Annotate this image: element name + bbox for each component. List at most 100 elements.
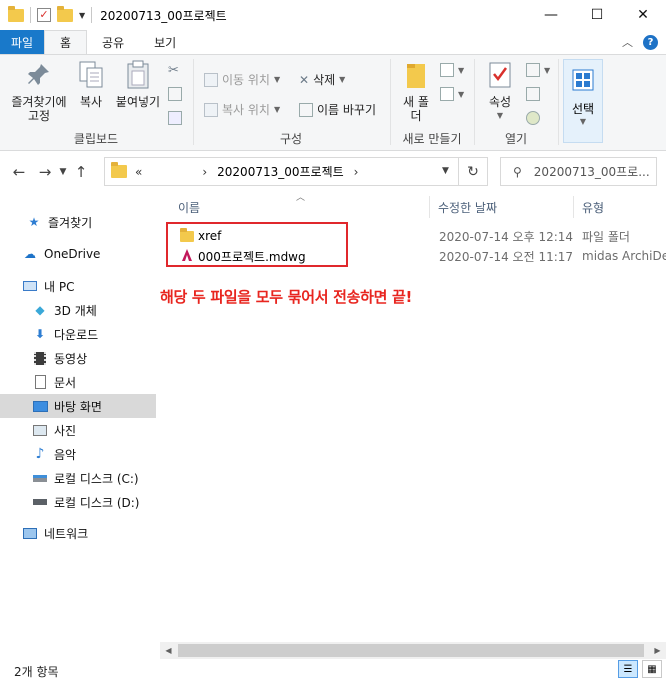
recent-locations-dropdown-icon[interactable]: ▼	[56, 167, 70, 177]
view-toggle: ☰ ▦	[618, 660, 662, 678]
copy-to-button[interactable]: 복사 위치 ▼	[204, 101, 280, 118]
up-arrow-icon[interactable]: ↑	[70, 163, 92, 181]
address-separator[interactable]: ›	[202, 165, 207, 179]
column-header-modified[interactable]: 수정한 날짜	[438, 196, 497, 218]
address-bar[interactable]: « › 20200713_00프로젝트 › ▼ ↻	[104, 157, 488, 186]
back-arrow-icon[interactable]: ←	[8, 163, 30, 181]
nav-item-videos[interactable]: 동영상	[0, 346, 156, 370]
tab-home[interactable]: 홈	[44, 30, 88, 54]
group-divider	[558, 59, 559, 145]
address-separator[interactable]: ›	[354, 165, 359, 179]
pin-label: 즐겨찾기에 고정	[11, 95, 67, 123]
nav-item-3d-objects[interactable]: ◆ 3D 개체	[0, 298, 156, 322]
paste-button[interactable]: 붙여넣기	[112, 59, 164, 109]
new-item-button[interactable]: ▼	[440, 63, 464, 77]
nav-item-desktop[interactable]: 바탕 화면	[0, 394, 156, 418]
close-button[interactable]: ✕	[620, 0, 666, 30]
address-dropdown-icon[interactable]: ▼	[433, 158, 459, 185]
copy-path-button[interactable]	[168, 87, 182, 101]
easy-access-button[interactable]: ▼	[440, 87, 464, 101]
nav-item-music[interactable]: ♪ 음악	[0, 442, 156, 466]
tab-file[interactable]: 파일	[0, 30, 44, 54]
properties-label: 속성	[488, 95, 512, 109]
music-icon: ♪	[35, 446, 45, 462]
nav-item-this-pc[interactable]: 내 PC	[0, 274, 156, 298]
help-icon[interactable]: ?	[643, 34, 658, 50]
nav-item-label: 즐겨찾기	[48, 215, 93, 230]
delete-button[interactable]: ✕ 삭제 ▼	[299, 71, 345, 88]
delete-x-icon: ✕	[299, 72, 310, 87]
tab-view[interactable]: 보기	[139, 30, 191, 54]
large-icons-view-icon[interactable]: ▦	[642, 660, 662, 678]
cut-button[interactable]: ✂	[168, 63, 182, 78]
organize-group-label: 구성	[279, 132, 303, 146]
nav-item-label: 로컬 디스크 (D:)	[54, 495, 140, 510]
nav-item-quick-access[interactable]: ★ 즐겨찾기	[0, 210, 156, 234]
nav-item-downloads[interactable]: ⬇ 다운로드	[0, 322, 156, 346]
tab-share[interactable]: 공유	[87, 30, 139, 54]
easy-access-dropdown-icon: ▼	[458, 89, 465, 99]
pin-icon	[23, 59, 55, 91]
edit-button[interactable]	[526, 87, 540, 101]
network-icon	[22, 525, 38, 541]
nav-item-drive-c[interactable]: 로컬 디스크 (C:)	[0, 466, 156, 490]
maximize-button[interactable]: ☐	[574, 0, 620, 30]
search-input[interactable]: ⚲ 20200713_00프로...	[500, 157, 657, 186]
move-to-button[interactable]: 이동 위치 ▼	[204, 71, 280, 88]
document-icon	[32, 374, 48, 390]
nav-item-onedrive[interactable]: ☁ OneDrive	[0, 242, 156, 266]
scroll-left-icon[interactable]: ◀	[160, 642, 177, 659]
nav-item-drive-d[interactable]: 로컬 디스크 (D:)	[0, 490, 156, 514]
pin-to-quick-access-button[interactable]: 즐겨찾기에 고정	[4, 59, 74, 123]
star-icon: ★	[28, 215, 40, 229]
properties-check-icon[interactable]: ✓	[37, 8, 51, 22]
collapse-ribbon-icon[interactable]: ︿	[622, 34, 633, 50]
open-button[interactable]: ▼	[526, 63, 550, 77]
select-button[interactable]: 선택 ▼	[563, 59, 603, 143]
forward-arrow-icon[interactable]: →	[34, 163, 56, 181]
new-folder-label: 새 폴더	[403, 95, 429, 123]
column-header-name[interactable]: 이름	[178, 196, 200, 218]
customize-toolbar-dropdown[interactable]: ▼	[79, 11, 85, 20]
nav-item-label: 음악	[54, 447, 77, 462]
nav-item-label: 내 PC	[44, 279, 75, 294]
nav-item-network[interactable]: 네트워크	[0, 521, 156, 545]
copy-button[interactable]: 복사	[72, 59, 110, 109]
divider	[30, 7, 31, 23]
open-group-label: 열기	[504, 132, 528, 146]
scrollbar-thumb[interactable]	[178, 644, 644, 657]
select-grid-icon	[567, 64, 599, 96]
search-icon: ⚲	[513, 164, 522, 179]
title-bar: ✓ ▼ 20200713_00프로젝트 — ☐ ✕	[0, 0, 666, 30]
new-folder-button[interactable]: 새 폴더	[398, 59, 434, 123]
address-overflow[interactable]: «	[135, 165, 142, 179]
paste-shortcut-button[interactable]	[168, 111, 182, 125]
nav-item-label: OneDrive	[44, 247, 101, 261]
horizontal-scrollbar[interactable]: ◀ ▶	[160, 642, 666, 659]
refresh-icon[interactable]: ↻	[459, 164, 487, 180]
details-view-icon[interactable]: ☰	[618, 660, 638, 678]
folder-icon[interactable]	[8, 5, 24, 22]
open-icon	[526, 63, 540, 77]
address-path-segment[interactable]: 20200713_00프로젝트	[217, 163, 344, 180]
properties-button[interactable]: 속성 ▼	[480, 59, 520, 123]
nav-item-pictures[interactable]: 사진	[0, 418, 156, 442]
minimize-button[interactable]: —	[528, 0, 574, 30]
scroll-right-icon[interactable]: ▶	[649, 642, 666, 659]
edit-icon	[526, 87, 540, 101]
nav-item-label: 사진	[54, 423, 77, 438]
cube-icon: ◆	[35, 303, 45, 317]
nav-item-label: 로컬 디스크 (C:)	[54, 471, 139, 486]
column-header-type[interactable]: 유형	[582, 196, 604, 218]
download-icon: ⬇	[34, 327, 46, 341]
ribbon: 즐겨찾기에 고정 복사 붙여넣기 ✂ 클립보드 이동 위치 ▼ 복사 위치 ▼ …	[0, 54, 666, 151]
new-folder-icon[interactable]	[57, 5, 73, 22]
new-item-dropdown-icon: ▼	[458, 65, 465, 75]
move-to-dropdown-icon: ▼	[273, 75, 281, 84]
rename-button[interactable]: 이름 바꾸기	[299, 101, 376, 118]
nav-item-documents[interactable]: 문서	[0, 370, 156, 394]
move-to-label: 이동 위치	[222, 73, 270, 87]
quick-access-toolbar: ✓ ▼	[0, 5, 93, 23]
scissors-icon: ✂	[168, 63, 179, 78]
history-button[interactable]	[526, 111, 540, 125]
